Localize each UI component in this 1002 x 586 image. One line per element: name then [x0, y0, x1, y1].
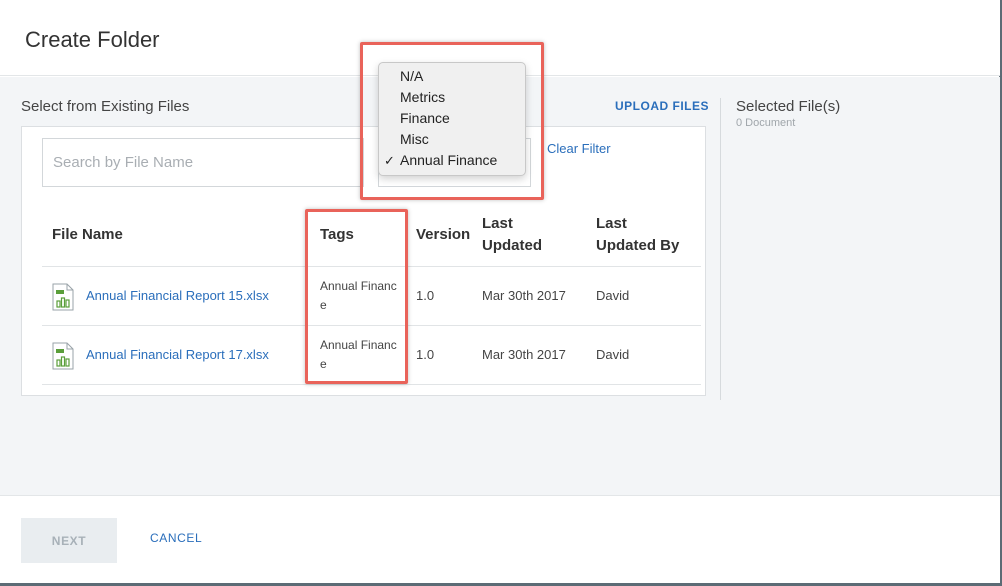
- column-header-last-updated-by[interactable]: Last Updated By: [596, 213, 679, 257]
- section-label: Select from Existing Files: [21, 98, 190, 115]
- version-cell: 1.0: [416, 288, 435, 303]
- spreadsheet-icon: [52, 342, 74, 370]
- cancel-button[interactable]: CANCEL: [150, 531, 202, 545]
- row-divider: [42, 384, 701, 385]
- selected-files-count: 0 Document: [736, 117, 796, 129]
- column-header-last-updated-line1: Last: [482, 215, 513, 232]
- next-button[interactable]: NEXT: [21, 518, 117, 563]
- version-cell: 1.0: [416, 347, 435, 362]
- clear-filter-link[interactable]: Clear Filter: [547, 141, 611, 156]
- updated-by-cell: David: [596, 347, 630, 362]
- last-updated-cell: Mar 30th 2017: [482, 347, 566, 362]
- column-header-version[interactable]: Version: [416, 224, 470, 246]
- selected-files-title: Selected File(s): [736, 98, 841, 115]
- column-header-file-name[interactable]: File Name: [52, 224, 123, 246]
- highlight-box-dropdown: [360, 42, 544, 200]
- column-header-last-updated[interactable]: Last Updated: [482, 213, 542, 257]
- vertical-divider: [720, 98, 721, 400]
- dialog-title: Create Folder: [25, 27, 160, 52]
- column-header-last-updated-line2: Updated: [482, 237, 542, 254]
- spreadsheet-icon: [52, 283, 74, 311]
- column-header-last-updated-by-line2: Updated By: [596, 237, 680, 254]
- highlight-box-tags-column: [305, 209, 408, 384]
- file-link[interactable]: Annual Financial Report 15.xlsx: [86, 288, 269, 303]
- updated-by-cell: David: [596, 288, 630, 303]
- file-link[interactable]: Annual Financial Report 17.xlsx: [86, 347, 269, 362]
- column-header-last-updated-by-line1: Last: [596, 215, 627, 232]
- upload-files-button[interactable]: UPLOAD FILES: [615, 99, 709, 113]
- last-updated-cell: Mar 30th 2017: [482, 288, 566, 303]
- search-input[interactable]: [42, 138, 364, 187]
